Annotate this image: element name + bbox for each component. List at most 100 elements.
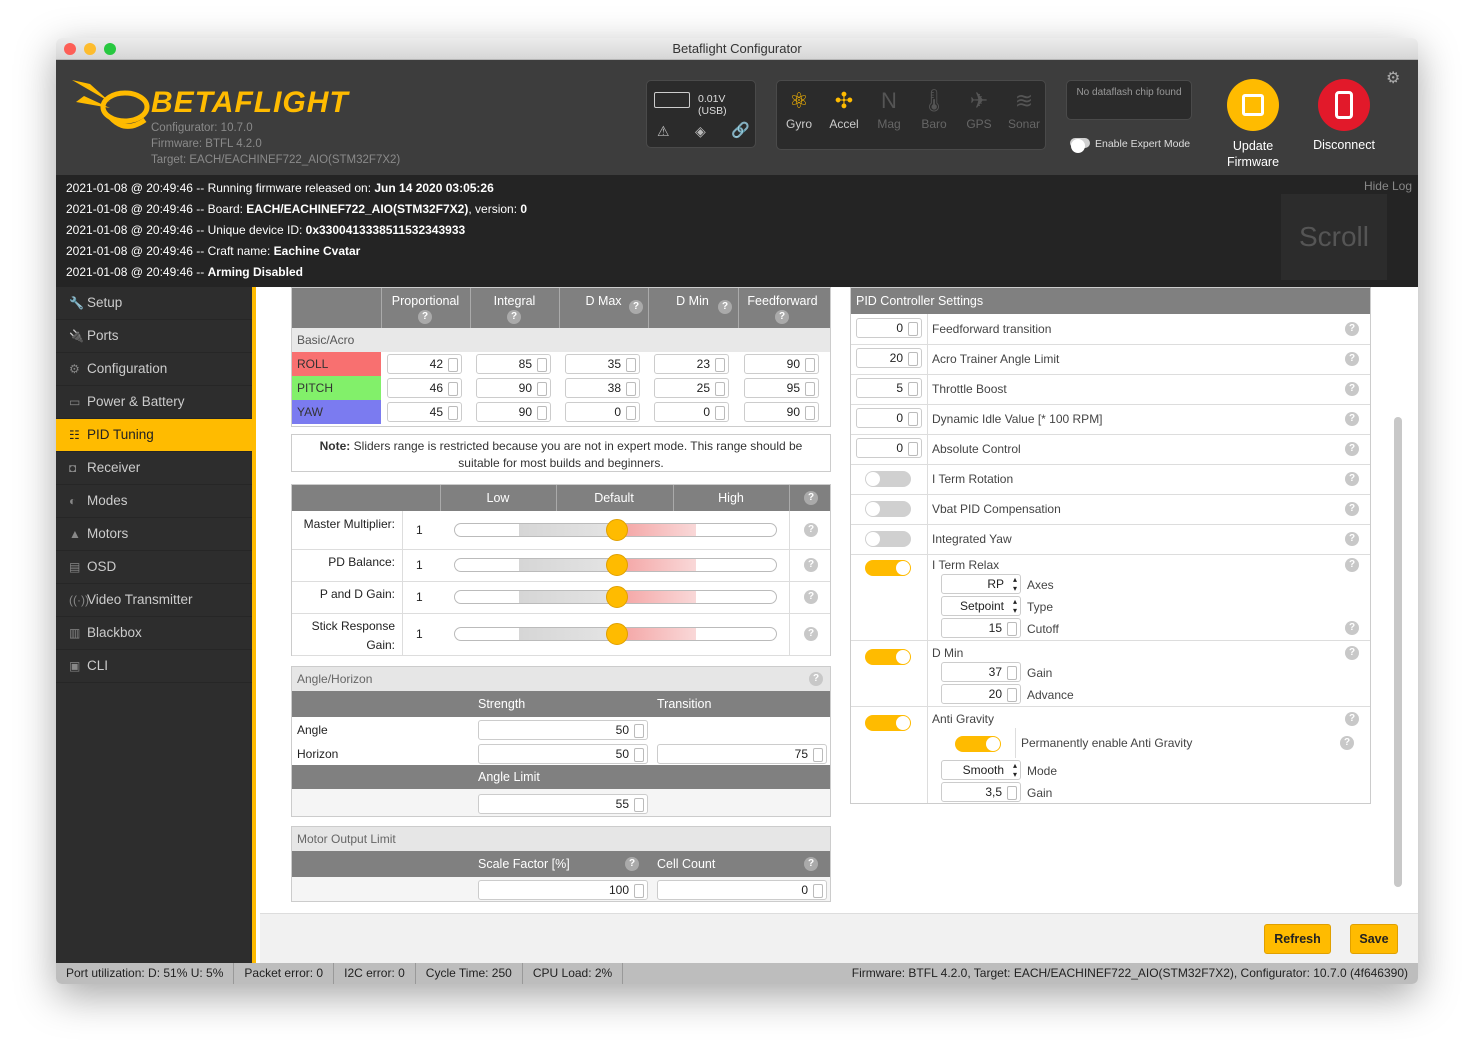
iterm-axes-select[interactable]: RP bbox=[941, 574, 1021, 594]
help-icon[interactable]: ? bbox=[718, 300, 732, 314]
slider-knob[interactable] bbox=[605, 623, 628, 645]
dmin-gain-input[interactable]: 37 bbox=[941, 662, 1021, 682]
pid-roll-proportional-input[interactable]: 42 bbox=[387, 354, 462, 374]
iterm-relax-toggle[interactable] bbox=[865, 560, 911, 576]
zoom-window-button[interactable] bbox=[104, 43, 116, 55]
refresh-button[interactable]: Refresh bbox=[1264, 924, 1331, 954]
iterm-type-select[interactable]: Setpoint bbox=[941, 596, 1021, 616]
anti-gravity-gain-input[interactable]: 3,5 bbox=[941, 782, 1021, 802]
update-firmware-button[interactable] bbox=[1227, 79, 1279, 131]
pid-pitch-proportional-input[interactable]: 46 bbox=[387, 378, 462, 398]
sidebar-item-blackbox[interactable]: ▥ Blackbox bbox=[56, 617, 252, 650]
help-icon[interactable]: ? bbox=[625, 857, 639, 871]
help-icon[interactable]: ? bbox=[1345, 322, 1359, 336]
pid-yaw-feedforward-input[interactable]: 90 bbox=[744, 402, 819, 422]
pid-roll-d-min-input[interactable]: 23 bbox=[654, 354, 729, 374]
expert-mode-toggle[interactable] bbox=[1070, 138, 1090, 153]
slider-3[interactable] bbox=[454, 586, 777, 608]
integrated-yaw-toggle[interactable] bbox=[865, 531, 911, 547]
sidebar-item-receiver[interactable]: ◘ Receiver bbox=[56, 452, 252, 485]
pid-pitch-d-min-input[interactable]: 25 bbox=[654, 378, 729, 398]
sidebar-item-pid-tuning[interactable]: ☷ PID Tuning bbox=[56, 419, 252, 452]
vbat-pid-compensation-toggle[interactable] bbox=[865, 501, 911, 517]
save-button[interactable]: Save bbox=[1350, 924, 1398, 954]
iterm-cutoff-input[interactable]: 15 bbox=[941, 618, 1021, 638]
help-icon[interactable]: ? bbox=[1345, 502, 1359, 516]
scale-factor-input[interactable]: 100 bbox=[478, 880, 648, 900]
sidebar-item-osd[interactable]: ▤ OSD bbox=[56, 551, 252, 584]
dmin-advance-input[interactable]: 20 bbox=[941, 684, 1021, 704]
sidebar-item-motors[interactable]: ▲ Motors bbox=[56, 518, 252, 551]
slider-knob[interactable] bbox=[605, 586, 628, 608]
sidebar-item-configuration[interactable]: ⚙ Configuration bbox=[56, 353, 252, 386]
slider-2[interactable] bbox=[454, 554, 777, 576]
note-text: Sliders range is restricted because you … bbox=[350, 439, 803, 470]
help-icon[interactable]: ? bbox=[804, 558, 818, 572]
pid-yaw-integral-input[interactable]: 90 bbox=[476, 402, 551, 422]
sidebar-item-power-battery[interactable]: ▭ Power & Battery bbox=[56, 386, 252, 419]
help-icon[interactable]: ? bbox=[507, 310, 521, 324]
help-icon[interactable]: ? bbox=[1345, 646, 1359, 660]
sidebar-item-setup[interactable]: 🔧 Setup bbox=[56, 287, 252, 320]
pid-yaw-d-min-input[interactable]: 0 bbox=[654, 402, 729, 422]
pid-roll-integral-input[interactable]: 85 bbox=[476, 354, 551, 374]
disconnect-button[interactable] bbox=[1318, 79, 1370, 131]
anti-gravity-mode-select[interactable]: Smooth bbox=[941, 760, 1021, 780]
pid-pitch-feedforward-input[interactable]: 95 bbox=[744, 378, 819, 398]
anti-gravity-toggle[interactable] bbox=[865, 715, 911, 731]
pidc-dynamic-idle-value-rpm--input[interactable]: 0 bbox=[856, 408, 922, 428]
help-icon[interactable]: ? bbox=[1345, 532, 1359, 546]
pidc-feedforward-transition-input[interactable]: 0 bbox=[856, 318, 922, 338]
help-icon[interactable]: ? bbox=[418, 310, 432, 324]
angle-limit-input[interactable]: 55 bbox=[478, 794, 648, 814]
help-icon[interactable]: ? bbox=[1340, 736, 1354, 750]
help-icon[interactable]: ? bbox=[1345, 621, 1359, 635]
pid-roll-feedforward-input[interactable]: 90 bbox=[744, 354, 819, 374]
slider-knob[interactable] bbox=[605, 519, 628, 541]
slider-4[interactable] bbox=[454, 623, 777, 645]
settings-gear-icon[interactable]: ⚙ bbox=[1386, 68, 1400, 88]
slider-1[interactable] bbox=[454, 519, 777, 541]
pidc-throttle-boost-input[interactable]: 5 bbox=[856, 378, 922, 398]
pid-pitch-d-max-input[interactable]: 38 bbox=[565, 378, 640, 398]
help-icon[interactable]: ? bbox=[1345, 382, 1359, 396]
horizon-transition-input[interactable]: 75 bbox=[657, 744, 827, 764]
pid-yaw-proportional-input[interactable]: 45 bbox=[387, 402, 462, 422]
pidc-absolute-control-input[interactable]: 0 bbox=[856, 438, 922, 458]
cell-count-input[interactable]: 0 bbox=[657, 880, 827, 900]
help-icon[interactable]: ? bbox=[1345, 472, 1359, 486]
help-icon[interactable]: ? bbox=[804, 627, 818, 641]
sidebar-item-ports[interactable]: 🔌 Ports bbox=[56, 320, 252, 353]
help-icon[interactable]: ? bbox=[1345, 412, 1359, 426]
sidebar-item-cli[interactable]: ▣ CLI bbox=[56, 650, 252, 683]
close-window-button[interactable] bbox=[64, 43, 76, 55]
pidc-acro-trainer-angle-limit-input[interactable]: 20 bbox=[856, 348, 922, 368]
sidebar-item-modes[interactable]: ◐ Modes bbox=[56, 485, 252, 518]
permanent-anti-gravity-toggle[interactable] bbox=[955, 736, 1001, 752]
help-icon[interactable]: ? bbox=[775, 310, 789, 324]
angle-strength-input[interactable]: 50 bbox=[478, 720, 648, 740]
i-term-rotation-toggle[interactable] bbox=[865, 471, 911, 487]
help-icon[interactable]: ? bbox=[1345, 352, 1359, 366]
sidebar-item-video-transmitter[interactable]: ((·))Video Transmitter bbox=[56, 584, 252, 617]
help-icon[interactable]: ? bbox=[804, 590, 818, 604]
pid-yaw-d-max-input[interactable]: 0 bbox=[565, 402, 640, 422]
help-icon[interactable]: ? bbox=[1345, 712, 1359, 726]
minimize-window-button[interactable] bbox=[84, 43, 96, 55]
help-icon[interactable]: ? bbox=[804, 857, 818, 871]
help-icon[interactable]: ? bbox=[804, 523, 818, 537]
dmin-toggle[interactable] bbox=[865, 649, 911, 665]
pid-roll-d-max-input[interactable]: 35 bbox=[565, 354, 640, 374]
help-icon[interactable]: ? bbox=[1345, 558, 1359, 572]
pid-pitch-integral-input[interactable]: 90 bbox=[476, 378, 551, 398]
divider bbox=[789, 613, 790, 655]
help-icon[interactable]: ? bbox=[804, 491, 818, 505]
slider-knob[interactable] bbox=[605, 554, 628, 576]
help-icon[interactable]: ? bbox=[809, 672, 823, 686]
log-text: 2021-01-08 @ 20:49:46 -- bbox=[66, 265, 208, 279]
help-icon[interactable]: ? bbox=[1345, 442, 1359, 456]
horizon-strength-input[interactable]: 50 bbox=[478, 744, 648, 764]
scrollbar[interactable] bbox=[1394, 417, 1402, 887]
hide-log-link[interactable]: Hide Log bbox=[1364, 179, 1412, 193]
help-icon[interactable]: ? bbox=[629, 300, 643, 314]
